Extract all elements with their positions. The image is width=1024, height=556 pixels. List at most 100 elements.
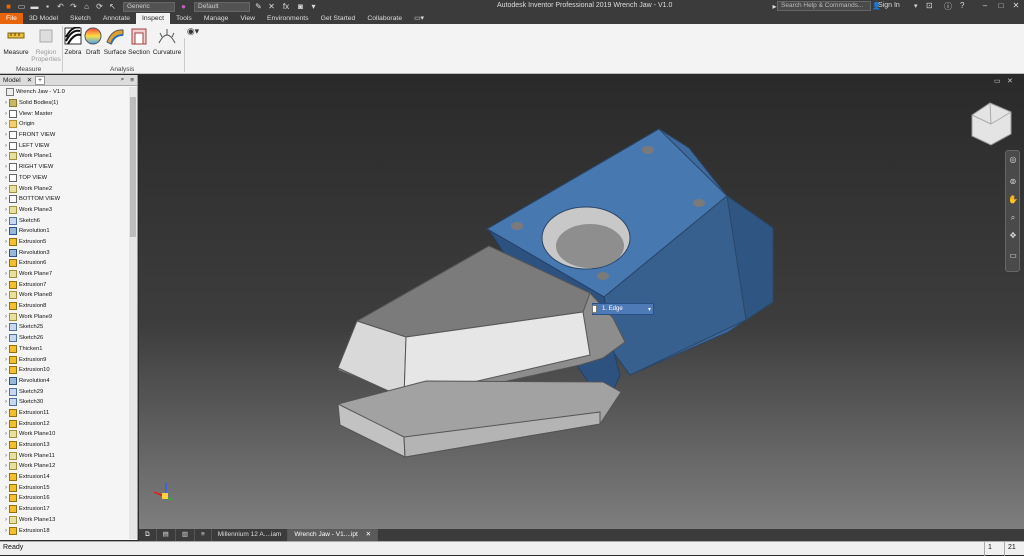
new-file-icon[interactable]: ▭	[17, 2, 26, 11]
analysis-visibility-button[interactable]: ◉▾	[184, 26, 202, 37]
browser-tree-item[interactable]: › Extrusion5	[0, 237, 128, 248]
doc-tab-assembly[interactable]: Millennium 12 A....iam	[212, 529, 289, 541]
browser-tree-item[interactable]: › Solid Bodies(1)	[0, 98, 128, 109]
select-icon[interactable]: ↖	[108, 2, 117, 11]
browser-tree-item[interactable]: › Revolution1	[0, 226, 128, 237]
zebra-button[interactable]: Zebra	[63, 25, 83, 56]
viewport-restore-icon[interactable]: ▭	[994, 77, 1001, 85]
tab-inspect[interactable]: Inspect	[136, 13, 170, 24]
browser-tree-item[interactable]: › Extrusion17	[0, 504, 128, 515]
update-icon[interactable]: ⟳	[95, 2, 104, 11]
browser-add-tab-button[interactable]: +	[35, 75, 45, 85]
tab-3d-model[interactable]: 3D Model	[23, 13, 64, 24]
section-button[interactable]: Section	[128, 27, 150, 56]
browser-tree-item[interactable]: Wrench Jaw - V1.0	[0, 87, 128, 98]
full-navigation-wheel-icon[interactable]: ⊚	[1008, 177, 1018, 187]
save-icon[interactable]: ▪	[43, 2, 52, 11]
adjust-icon[interactable]: ✎	[254, 2, 263, 11]
mounting-hole[interactable]	[642, 146, 654, 154]
home-icon[interactable]: ⌂	[82, 2, 91, 11]
browser-tree-item[interactable]: › Work Plane9	[0, 311, 128, 322]
viewport-close-icon[interactable]: ✕	[1007, 77, 1013, 85]
tab-collaborate[interactable]: Collaborate	[361, 13, 408, 24]
graphics-viewport[interactable]: ▭ ✕	[139, 75, 1024, 529]
mounting-hole[interactable]	[511, 222, 523, 230]
region-properties-button[interactable]: Region Properties	[31, 27, 61, 63]
tab-sketch[interactable]: Sketch	[64, 13, 97, 24]
tab-annotate[interactable]: Annotate	[97, 13, 136, 24]
browser-tree-item[interactable]: › Extrusion11	[0, 408, 128, 419]
mounting-hole[interactable]	[597, 272, 609, 280]
browser-tree-item[interactable]: › TOP VIEW	[0, 173, 128, 184]
cart-icon[interactable]: ⊡	[926, 1, 933, 10]
browser-tree-item[interactable]: › Sketch6	[0, 215, 128, 226]
tab-manage[interactable]: Manage	[198, 13, 235, 24]
appearance-combo[interactable]: Generic	[123, 1, 175, 12]
tab-tools[interactable]: Tools	[170, 13, 198, 24]
browser-tree-item[interactable]: › View: Master	[0, 108, 128, 119]
browser-tree-item[interactable]: › Extrusion8	[0, 301, 128, 312]
sign-in-link[interactable]: Sign In	[878, 2, 900, 9]
help-icon[interactable]: ?	[960, 1, 964, 10]
tab-file[interactable]: File	[0, 13, 23, 24]
maximize-icon[interactable]: □	[994, 1, 1008, 11]
doc-tab-close-icon[interactable]: ✕	[366, 531, 371, 538]
browser-tree-item[interactable]: › FRONT VIEW	[0, 130, 128, 141]
browser-tree-item[interactable]: › Revolution3	[0, 247, 128, 258]
document-list-icon[interactable]: ≡	[195, 529, 212, 541]
selection-tooltip[interactable]: 1. Edge ▾	[592, 303, 654, 315]
info-icon[interactable]: ⓘ	[944, 1, 952, 12]
browser-tree-item[interactable]: › Sketch26	[0, 333, 128, 344]
app-menu-icon[interactable]: ■	[4, 2, 13, 11]
tab-get-started[interactable]: Get Started	[315, 13, 362, 24]
surface-button[interactable]: Surface	[103, 27, 127, 56]
browser-tree-item[interactable]: › LEFT VIEW	[0, 140, 128, 151]
browser-tree-item[interactable]: › Extrusion9	[0, 354, 128, 365]
measure-button[interactable]: Measure	[3, 27, 29, 56]
browser-tree-item[interactable]: › Work Plane1	[0, 151, 128, 162]
browser-tab-model[interactable]: Model	[0, 77, 24, 84]
curvature-button[interactable]: Curvature	[152, 27, 182, 56]
arrange-horizontal-icon[interactable]: ▤	[157, 529, 176, 541]
browser-tree-item[interactable]: › BOTTOM VIEW	[0, 194, 128, 205]
browser-tree-item[interactable]: › Work Plane11	[0, 450, 128, 461]
signin-dropdown-icon[interactable]: ▾	[914, 2, 918, 10]
browser-tree-item[interactable]: › Revolution4	[0, 376, 128, 387]
browser-tree-item[interactable]: › Sketch29	[0, 386, 128, 397]
open-file-icon[interactable]: ▬	[30, 2, 39, 11]
pan-icon[interactable]: ✋	[1008, 195, 1018, 205]
browser-tree-item[interactable]: › Extrusion7	[0, 279, 128, 290]
browser-tree-item[interactable]: › Work Plane3	[0, 205, 128, 216]
browser-tree-item[interactable]: › Sketch30	[0, 397, 128, 408]
browser-tree-item[interactable]: › Extrusion15	[0, 482, 128, 493]
customize-icon[interactable]: ▾	[309, 2, 318, 11]
undo-icon[interactable]: ↶	[56, 2, 65, 11]
fx-icon[interactable]: fx	[280, 2, 292, 11]
selection-dropdown-icon[interactable]: ▾	[648, 305, 651, 315]
part-model[interactable]	[139, 75, 1024, 529]
material-combo[interactable]: Default	[194, 1, 250, 12]
browser-tree-item[interactable]: › Sketch25	[0, 322, 128, 333]
browser-tree-item[interactable]: › Origin	[0, 119, 128, 130]
tab-environments[interactable]: Environments	[261, 13, 315, 24]
browser-tree-item[interactable]: › Thicken1	[0, 344, 128, 355]
browser-tree-item[interactable]: › Work Plane10	[0, 429, 128, 440]
ribbon-toggle-icon[interactable]: ▭▾	[408, 13, 430, 24]
browser-tree-item[interactable]: › Extrusion18	[0, 525, 128, 536]
browser-tree-item[interactable]: › Work Plane7	[0, 269, 128, 280]
search-help-input[interactable]: Search Help & Commands...	[777, 1, 871, 11]
browser-menu-icon[interactable]: ≡	[127, 77, 137, 84]
browser-search-icon[interactable]: ⌕	[118, 76, 128, 84]
mounting-hole[interactable]	[693, 199, 705, 207]
redo-icon[interactable]: ↷	[69, 2, 78, 11]
browser-scroll-thumb[interactable]	[130, 97, 136, 237]
draft-button[interactable]: Draft	[84, 27, 102, 56]
browser-tree-item[interactable]: › RIGHT VIEW	[0, 162, 128, 173]
clear-icon[interactable]: ✕	[267, 2, 276, 11]
look-at-icon[interactable]: ▭	[1008, 251, 1018, 261]
home-view-icon[interactable]: ◎	[1008, 155, 1018, 165]
browser-tree-item[interactable]: › Work Plane8	[0, 290, 128, 301]
zoom-icon[interactable]: ⌕	[1008, 213, 1018, 223]
close-icon[interactable]: ✕	[1009, 1, 1023, 11]
browser-tab-close-icon[interactable]: ✕	[24, 76, 35, 84]
